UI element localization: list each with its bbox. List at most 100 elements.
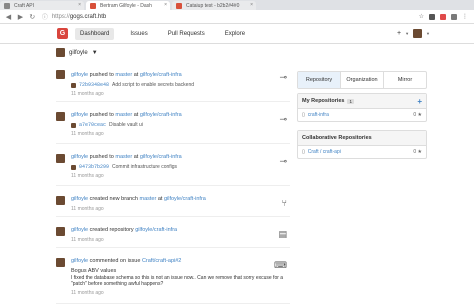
feed-branch-link[interactable]: master [140, 196, 157, 202]
menu-icon[interactable]: ⋮ [462, 13, 468, 20]
feed-prep: at [157, 196, 163, 202]
extension-icon-3[interactable] [451, 13, 457, 20]
tab-close-icon[interactable]: × [78, 2, 81, 8]
repo-stars: 0 ★ [413, 112, 422, 118]
nav-pull-requests[interactable]: Pull Requests [164, 28, 209, 40]
nav-dashboard[interactable]: Dashboard [75, 27, 115, 40]
feed-text: gilfoyle pushed to master at gilfoyle/cr… [71, 72, 290, 79]
feed-repo-link[interactable]: Craft/craft-api#2 [142, 258, 181, 264]
back-icon[interactable]: ◀ [5, 13, 12, 21]
feed-branch-link[interactable]: master [115, 112, 132, 118]
feed-text: gilfoyle pushed to master at gilfoyle/cr… [71, 154, 290, 161]
feed-repo-link[interactable]: gilfoyle/craft-infra [140, 112, 182, 118]
my-repositories-title: My Repositories [302, 98, 345, 104]
browser-tab[interactable]: Craft API × [0, 1, 84, 10]
feed-item: gilfoyle pushed to master at gilfoyle/cr… [56, 60, 290, 102]
issue-comment-text: I fixed the database schema so this is n… [71, 275, 284, 287]
collab-repositories-header: Collaborative Repositories [298, 131, 426, 146]
feed-user-link[interactable]: gilfoyle [71, 154, 88, 160]
collab-repositories-title: Collaborative Repositories [302, 135, 372, 141]
tab-mirror[interactable]: Mirror [384, 72, 426, 88]
feed-item: gilfoyle pushed to master at gilfoyle/cr… [56, 102, 290, 144]
repo-type-tabs: Repository Organization Mirror [297, 71, 427, 89]
header-right: + ▼ ▼ [397, 29, 430, 38]
feed-prep: at [133, 112, 139, 118]
extension-icon-1[interactable] [429, 13, 435, 20]
repo-count-badge: 1 [347, 98, 354, 104]
feed-timestamp: 11 months ago [71, 290, 104, 296]
star-icon: ★ [416, 112, 423, 118]
commit-sha-link[interactable]: 0473b7b299 [79, 164, 109, 170]
feed-avatar[interactable] [56, 154, 65, 163]
chevron-down-icon[interactable]: ▼ [405, 31, 409, 36]
commit-sha-link[interactable]: 72b9348e48 [79, 82, 109, 88]
browser-tab-strip: Craft API × Bertram Gilfoyle - Dash × Cataiu… [0, 0, 474, 10]
extension-icon-2[interactable] [440, 13, 446, 20]
feed-avatar[interactable] [56, 70, 65, 79]
nav-explore[interactable]: Explore [221, 28, 249, 40]
feed-avatar[interactable] [56, 227, 65, 236]
forward-icon[interactable]: ▶ [17, 13, 24, 21]
url-prefix: https:// [51, 13, 70, 20]
site-info-icon[interactable]: ⓘ [42, 12, 48, 21]
feed-repo-link[interactable]: gilfoyle/craft-infra [135, 227, 177, 233]
feed-action: created repository [89, 227, 134, 233]
feed-repo-link[interactable]: gilfoyle/craft-infra [164, 196, 206, 202]
gogs-logo-icon[interactable]: G [57, 28, 68, 39]
feed-branch-link[interactable]: master [115, 154, 132, 160]
gogs-header: G Dashboard Issues Pull Requests Explore + … [0, 24, 474, 44]
feed-user-link[interactable]: gilfoyle [71, 196, 88, 202]
browser-tab-label: Craft API [14, 2, 35, 9]
tab-favicon-icon [90, 3, 96, 9]
repo-icon: ▯ [302, 112, 305, 118]
repo-name-link[interactable]: craft-infra [308, 112, 329, 118]
context-username: gilfoyle [69, 49, 88, 56]
context-switcher[interactable]: gilfoyle ▼ [56, 48, 98, 57]
commit-line: a7e70ceac Disable vault ui [71, 122, 290, 128]
feed-user-link[interactable]: gilfoyle [71, 258, 88, 264]
feed-user-link[interactable]: gilfoyle [71, 112, 88, 118]
browser-tab[interactable]: Cataiup test - b2b2#4#0 × [172, 1, 256, 10]
repo-list-item[interactable]: ▯ craft-infra 0 ★ [298, 109, 426, 121]
commit-sha-link[interactable]: a7e70ceac [79, 122, 106, 128]
reload-icon[interactable]: ↻ [29, 13, 36, 21]
feed-action: created new branch [89, 196, 138, 202]
repo-list-item[interactable]: ▯ Craft / craft-api 0 ★ [298, 146, 426, 158]
feed-timestamp: 11 months ago [71, 91, 104, 97]
feed-item: gilfoyle created repository gilfoyle/cra… [56, 217, 290, 248]
main-menu: Dashboard Issues Pull Requests Explore [75, 27, 261, 40]
new-repo-plus-icon[interactable]: + [417, 97, 422, 105]
commit-line: 72b9348e48 Add script to enable secrets b… [71, 82, 290, 88]
commit-icon: ⊸ [279, 72, 287, 82]
feed-action: pushed to [89, 112, 114, 118]
feed-text: gilfoyle created new branch master at gi… [71, 196, 290, 203]
repo-name-link[interactable]: Craft / craft-api [308, 149, 341, 155]
tab-repository[interactable]: Repository [298, 72, 341, 88]
feed-avatar[interactable] [56, 258, 65, 267]
feed-branch-link[interactable]: master [115, 72, 132, 78]
create-plus-icon[interactable]: + [397, 30, 401, 37]
issue-title: Bogus ABV values [71, 268, 117, 274]
feed-avatar[interactable] [56, 196, 65, 205]
repo-stars: 0 ★ [413, 149, 422, 155]
url-field[interactable]: ⓘ https://gogs.craft.htb [42, 12, 419, 22]
feed-prep: at [133, 72, 139, 78]
chevron-down-icon[interactable]: ▼ [426, 31, 430, 36]
url-domain: gogs.craft.htb [69, 13, 107, 20]
feed-prep: at [133, 154, 139, 160]
tab-organization[interactable]: Organization [341, 72, 384, 88]
nav-issues[interactable]: Issues [126, 28, 151, 40]
commit-icon: ⊸ [279, 156, 287, 166]
feed-item: gilfoyle created new branch master at gi… [56, 186, 290, 217]
feed-user-link[interactable]: gilfoyle [71, 72, 88, 78]
feed-repo-link[interactable]: gilfoyle/craft-infra [140, 154, 182, 160]
feed-avatar[interactable] [56, 112, 65, 121]
tab-close-icon[interactable]: × [164, 2, 167, 8]
user-avatar[interactable] [413, 29, 423, 38]
bookmark-star-icon[interactable]: ☆ [419, 13, 424, 20]
feed-user-link[interactable]: gilfoyle [71, 227, 88, 233]
commit-message: Add script to enable secrets backend [112, 82, 195, 88]
browser-tab[interactable]: Bertram Gilfoyle - Dash × [86, 1, 170, 10]
tab-close-icon[interactable]: × [250, 2, 253, 8]
feed-repo-link[interactable]: gilfoyle/craft-infra [140, 72, 182, 78]
